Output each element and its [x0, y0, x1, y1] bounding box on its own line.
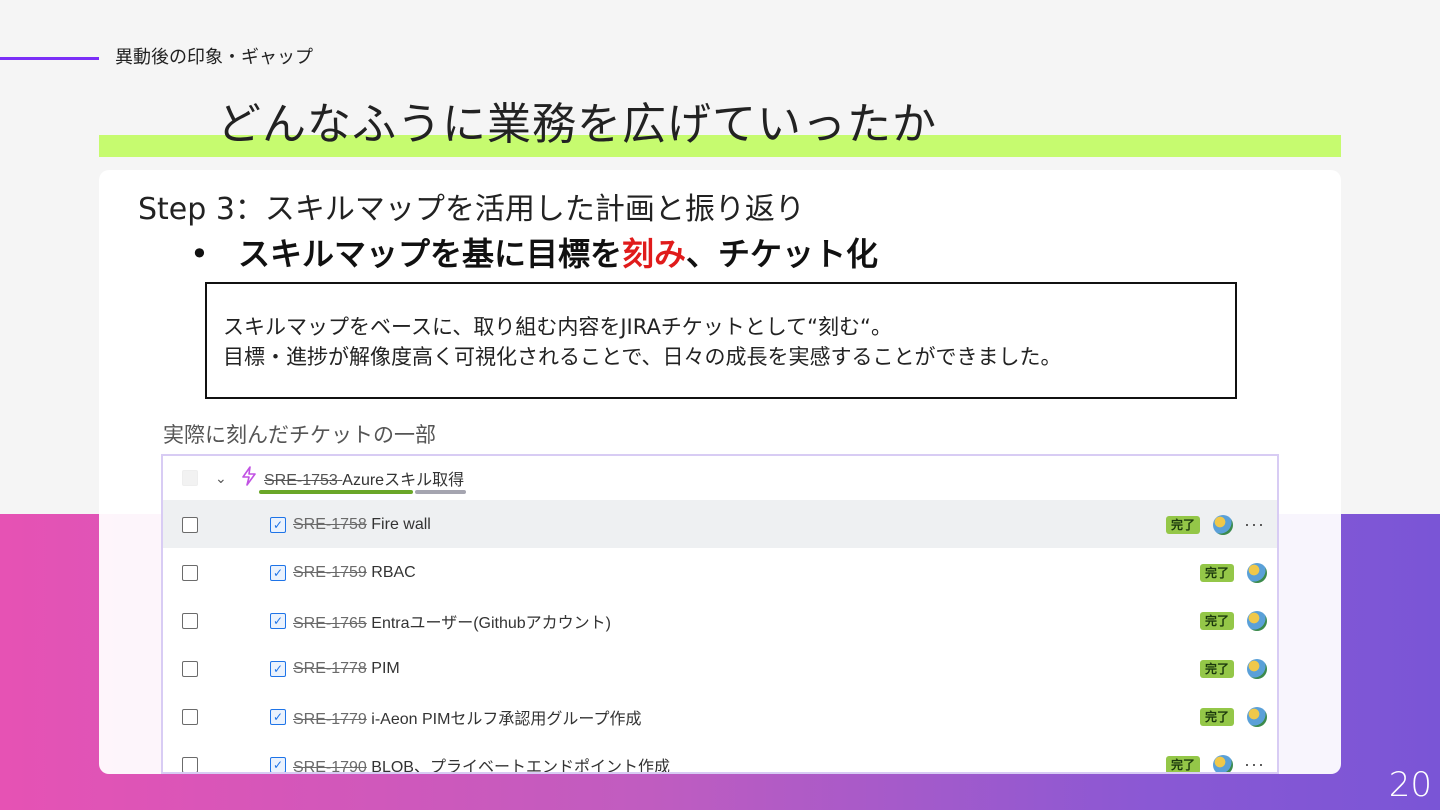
note-line-2: 目標・進捗が解像度高く可視化されることで、日々の成長を実感することができました。	[223, 345, 1062, 369]
ticket-key[interactable]: SRE-1765	[293, 615, 367, 632]
child-ticket-row[interactable]: ✓ SRE-1779 i-Aeon PIMセルフ承認用グループ作成 完了	[163, 692, 1277, 740]
jira-ticket-list: ⌄ SRE-1753 Azureスキル取得 ✓ SRE-1758 Fire wa…	[161, 454, 1279, 774]
note-line-1: スキルマップをベースに、取り組む内容をJIRAチケットとして“刻む“。	[223, 315, 892, 339]
checkbox-task-icon: ✓	[270, 708, 286, 725]
ticket-summary[interactable]: RBAC	[371, 564, 415, 581]
ticket-summary[interactable]: i-Aeon PIMセルフ承認用グループ作成	[371, 711, 641, 728]
ticket-title[interactable]: SRE-1765 Entraユーザー(Githubアカウント)	[293, 609, 611, 633]
ticket-key[interactable]: SRE-1778	[293, 660, 367, 677]
ticket-title[interactable]: SRE-1779 i-Aeon PIMセルフ承認用グループ作成	[293, 705, 641, 729]
parent-ticket-row[interactable]: ⌄ SRE-1753 Azureスキル取得	[163, 456, 1277, 500]
row-select-checkbox[interactable]	[182, 708, 198, 725]
ticket-summary[interactable]: Entraユーザー(Githubアカウント)	[371, 615, 611, 632]
status-badge[interactable]: 完了	[1166, 755, 1201, 772]
row-select-checkbox[interactable]	[182, 516, 198, 533]
status-badge[interactable]: 完了	[1166, 515, 1201, 534]
avatar[interactable]	[1213, 754, 1233, 772]
checkbox-task-icon: ✓	[270, 516, 286, 533]
progress-done	[259, 490, 413, 494]
avatar[interactable]	[1247, 706, 1267, 727]
chevron-down-icon[interactable]: ⌄	[215, 470, 227, 487]
child-ticket-row[interactable]: ✓ SRE-1758 Fire wall 完了 ···	[163, 500, 1277, 548]
ticket-title[interactable]: SRE-1758 Fire wall	[293, 516, 431, 534]
row-select-checkbox[interactable]	[182, 756, 198, 772]
ticket-key[interactable]: SRE-1790	[293, 759, 367, 773]
status-badge[interactable]: 完了	[1200, 611, 1235, 630]
step-heading: Step 3：スキルマップを活用した計画と振り返り	[138, 192, 805, 227]
progress-remaining	[415, 490, 466, 494]
parent-ticket-summary[interactable]: Azureスキル取得	[342, 466, 464, 490]
avatar[interactable]	[1247, 610, 1267, 631]
checkbox-task-icon: ✓	[270, 660, 286, 677]
checkbox-task-icon: ✓	[270, 564, 286, 581]
section-accent-line	[0, 57, 99, 60]
parent-ticket-key[interactable]: SRE-1753 Azureスキル取得	[264, 466, 464, 490]
ticket-title[interactable]: SRE-1790 BLOB、プライベートエンドポイント作成	[293, 753, 670, 773]
child-ticket-row[interactable]: ✓ SRE-1778 PIM 完了	[163, 644, 1277, 692]
bullet-point: • スキルマップを基に目標を刻み、チケット化	[190, 229, 878, 275]
row-select-checkbox[interactable]	[182, 470, 198, 486]
bullet-text-highlight: 刻み	[622, 235, 687, 273]
checkbox-task-icon: ✓	[270, 612, 286, 629]
bullet-text-before: スキルマップを基に目標を	[238, 235, 623, 273]
epic-lightning-icon	[242, 466, 256, 486]
avatar[interactable]	[1247, 562, 1267, 583]
ticket-title[interactable]: SRE-1778 PIM	[293, 660, 400, 678]
child-ticket-row[interactable]: ✓ SRE-1759 RBAC 完了	[163, 548, 1277, 596]
bullet-marker: •	[190, 235, 209, 273]
bullet-text-after: 、チケット化	[686, 235, 879, 273]
page-title: どんなふうに業務を広げていったか	[217, 99, 937, 150]
section-label: 異動後の印象・ギャップ	[115, 47, 313, 68]
checkbox-task-icon: ✓	[270, 756, 286, 772]
ticket-key[interactable]: SRE-1779	[293, 711, 367, 728]
more-options-icon[interactable]: ···	[1244, 754, 1265, 772]
status-badge[interactable]: 完了	[1200, 707, 1235, 726]
ticket-summary[interactable]: PIM	[371, 660, 399, 677]
epic-progress-bar	[259, 490, 466, 494]
ticket-key[interactable]: SRE-1759	[293, 564, 367, 581]
status-badge[interactable]: 完了	[1200, 659, 1235, 678]
more-options-icon[interactable]: ···	[1244, 514, 1265, 535]
child-ticket-row[interactable]: ✓ SRE-1790 BLOB、プライベートエンドポイント作成 完了 ···	[163, 740, 1277, 773]
ticket-summary[interactable]: Fire wall	[371, 516, 431, 533]
ticket-title[interactable]: SRE-1759 RBAC	[293, 564, 416, 582]
row-select-checkbox[interactable]	[182, 660, 198, 677]
note-box: スキルマップをベースに、取り組む内容をJIRAチケットとして“刻む“。 目標・進…	[205, 282, 1237, 399]
status-badge[interactable]: 完了	[1200, 563, 1235, 582]
ticket-summary[interactable]: BLOB、プライベートエンドポイント作成	[371, 759, 670, 773]
screenshot-caption: 実際に刻んだチケットの一部	[163, 423, 436, 447]
avatar[interactable]	[1247, 658, 1267, 679]
row-select-checkbox[interactable]	[182, 564, 198, 581]
ticket-key[interactable]: SRE-1758	[293, 516, 367, 533]
child-ticket-row[interactable]: ✓ SRE-1765 Entraユーザー(Githubアカウント) 完了	[163, 596, 1277, 644]
row-select-checkbox[interactable]	[182, 612, 198, 629]
page-number: 20	[1388, 765, 1432, 805]
avatar[interactable]	[1213, 514, 1233, 535]
